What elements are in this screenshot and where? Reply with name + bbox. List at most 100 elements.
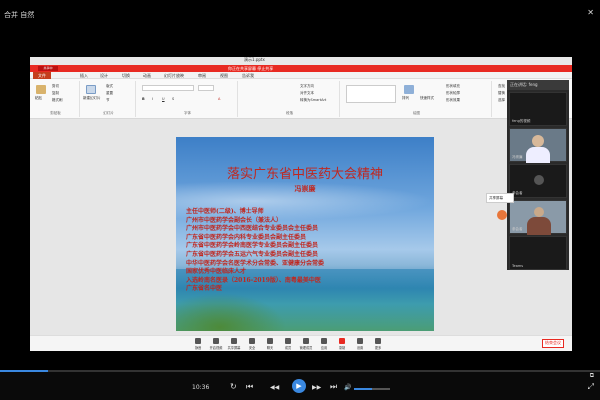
avatar-icon bbox=[534, 175, 544, 185]
chat-icon bbox=[267, 338, 273, 344]
video-tile[interactable]: Teams bbox=[509, 236, 567, 270]
pip-icon[interactable]: ⧉ bbox=[590, 372, 594, 380]
video-tile[interactable]: 参会者 bbox=[509, 164, 567, 198]
close-icon[interactable]: ✕ bbox=[587, 8, 594, 17]
window-titlebar: 演示1.pptx bbox=[30, 57, 572, 65]
paste-icon[interactable] bbox=[36, 85, 46, 94]
italic-button[interactable]: I bbox=[152, 97, 153, 101]
group-paragraph: 文字方向 对齐文本 转换为SmartArt 段落 bbox=[240, 81, 340, 117]
group-font: B I U S A 字体 bbox=[138, 81, 238, 117]
slide-line: 广州市中医药学会中西医结合专业委员会主任委员 bbox=[186, 225, 319, 233]
shapes-gallery[interactable] bbox=[346, 85, 396, 103]
align-text-button[interactable]: 对齐文本 bbox=[300, 91, 314, 96]
previous-icon[interactable]: ⏮ bbox=[246, 382, 253, 392]
fullscreen-icon[interactable]: ⤢ bbox=[588, 382, 594, 392]
microphone-icon bbox=[195, 338, 201, 344]
more-icon bbox=[375, 338, 381, 344]
slide-line: 广州市中医药学会副会长（兼法人） bbox=[186, 216, 283, 224]
ribbon-tabs: 文件 插入 设计 切换 动画 幻灯片放映 审阅 视图 告诉我 bbox=[30, 72, 572, 79]
forward-icon[interactable]: ▶▶ bbox=[312, 384, 321, 391]
record-button[interactable]: 录制 bbox=[334, 338, 350, 350]
layout-button[interactable]: 版式 bbox=[106, 84, 113, 89]
quick-styles-button[interactable]: 快速样式 bbox=[420, 96, 434, 101]
current-time: 10:36 bbox=[192, 384, 210, 391]
person-body bbox=[526, 147, 550, 163]
share-screen-button[interactable]: 共享屏幕 bbox=[226, 338, 242, 350]
person-head bbox=[532, 135, 544, 147]
group-drawing: 排列 快速样式 形状填充 形状轮廓 形状效果 绘图 bbox=[342, 81, 492, 117]
loop-icon[interactable]: ↻ bbox=[230, 382, 237, 391]
slide-line: 国家优秀中医临床人才 bbox=[186, 268, 247, 276]
slide[interactable]: 落实广东省中医药大会精神 冯崇廉 主任中医师(二级)、博士导师 广州市中医药学会… bbox=[176, 137, 434, 331]
font-name-select[interactable] bbox=[142, 85, 194, 91]
share-popup[interactable]: 共享屏幕 bbox=[486, 193, 514, 203]
members-button[interactable]: 成员 bbox=[280, 338, 296, 350]
paste-button[interactable]: 粘贴 bbox=[35, 96, 42, 101]
share-icon bbox=[231, 338, 237, 344]
underline-button[interactable]: U bbox=[162, 97, 165, 101]
video-tile[interactable]: 参会者 bbox=[509, 200, 567, 235]
camera-icon bbox=[213, 338, 219, 344]
select-button[interactable]: 选择 bbox=[498, 98, 505, 103]
copy-button[interactable]: 复制 bbox=[52, 91, 59, 96]
next-icon[interactable]: ⏭ bbox=[330, 382, 337, 392]
slide-title[interactable]: 落实广东省中医药大会精神 bbox=[176, 163, 434, 182]
reset-button[interactable]: 重置 bbox=[106, 91, 113, 96]
rewind-icon[interactable]: ◀◀ bbox=[270, 384, 279, 391]
shape-effects-button[interactable]: 形状效果 bbox=[446, 98, 460, 103]
new-slide-icon[interactable] bbox=[86, 85, 96, 94]
more-button[interactable]: 更多 bbox=[370, 338, 386, 350]
participant-name: 冯崇廉 bbox=[512, 155, 523, 159]
manage-members-button[interactable]: 管理成员 bbox=[298, 338, 314, 350]
chat-button[interactable]: 聊天 bbox=[262, 338, 278, 350]
volume-icon[interactable]: 🔊 bbox=[344, 384, 351, 391]
grass-background bbox=[176, 293, 286, 331]
participant-name: 参会者 bbox=[512, 227, 523, 231]
replace-button[interactable]: 替换 bbox=[498, 91, 505, 96]
play-button[interactable]: ▶ bbox=[292, 379, 306, 393]
smartart-button[interactable]: 转换为SmartArt bbox=[300, 98, 326, 103]
arrange-icon[interactable] bbox=[404, 85, 414, 94]
video-tile[interactable]: feng的视频 bbox=[509, 92, 567, 126]
group-label: 字体 bbox=[184, 111, 191, 115]
text-direction-button[interactable]: 文字方向 bbox=[300, 84, 314, 89]
participants-panel: 正在讲话: feng feng的视频 冯崇廉 参会者 参会者 Teams bbox=[507, 80, 569, 270]
share-screen-icon[interactable] bbox=[497, 210, 507, 220]
progress-bar[interactable] bbox=[0, 370, 600, 372]
new-slide-button[interactable]: 新建幻灯片 bbox=[83, 96, 101, 101]
find-button[interactable]: 查找 bbox=[498, 84, 505, 89]
shape-outline-button[interactable]: 形状轮廓 bbox=[446, 91, 460, 96]
shield-icon bbox=[249, 338, 255, 344]
arrange-button[interactable]: 排列 bbox=[402, 96, 409, 101]
participant-name: Teams bbox=[512, 264, 524, 268]
app-title: 合并 自然 bbox=[4, 11, 35, 19]
video-button[interactable]: 开启视频 bbox=[208, 338, 224, 350]
settings-button[interactable]: 设置 bbox=[352, 338, 368, 350]
video-tile[interactable]: 冯崇廉 bbox=[509, 128, 567, 163]
font-color-button[interactable]: A bbox=[218, 97, 220, 101]
participant-name: feng的视频 bbox=[512, 119, 531, 123]
slide-author[interactable]: 冯崇廉 bbox=[176, 184, 434, 194]
person-body bbox=[527, 217, 551, 235]
apps-button[interactable]: 应用 bbox=[316, 338, 332, 350]
volume-slider[interactable] bbox=[354, 388, 390, 390]
slide-line: 主任中医师(二级)、博士导师 bbox=[186, 208, 264, 215]
tab-file[interactable]: 文件 bbox=[33, 72, 51, 79]
bold-button[interactable]: B bbox=[142, 97, 145, 101]
slide-editing-pane: 落实广东省中医药大会精神 冯崇廉 主任中医师(二级)、博士导师 广州市中医药学会… bbox=[30, 119, 572, 341]
security-button[interactable]: 安全 bbox=[244, 338, 260, 350]
group-label: 剪贴板 bbox=[50, 111, 61, 115]
shared-screen-window: 演示1.pptx 共享中 你正在共享屏幕 停止共享 文件 插入 设计 切换 动画… bbox=[30, 57, 572, 351]
mute-button[interactable]: 静音 bbox=[190, 338, 206, 350]
shadow-button[interactable]: S bbox=[172, 97, 174, 101]
end-meeting-button[interactable]: 结束会议 bbox=[542, 339, 564, 348]
group-label: 幻灯片 bbox=[103, 111, 114, 115]
font-size-select[interactable] bbox=[198, 85, 214, 91]
cut-button[interactable]: 剪切 bbox=[52, 84, 59, 89]
shape-fill-button[interactable]: 形状填充 bbox=[446, 84, 460, 89]
slide-body[interactable]: 主任中医师(二级)、博士导师 广州市中医药学会副会长（兼法人） 广州市中医药学会… bbox=[186, 208, 432, 294]
section-button[interactable]: 节 bbox=[106, 98, 110, 103]
group-clipboard: 粘贴 剪切 复制 格式刷 剪贴板 bbox=[32, 81, 80, 117]
speaking-indicator: 正在讲话: feng bbox=[507, 80, 569, 90]
format-painter-button[interactable]: 格式刷 bbox=[52, 98, 63, 103]
